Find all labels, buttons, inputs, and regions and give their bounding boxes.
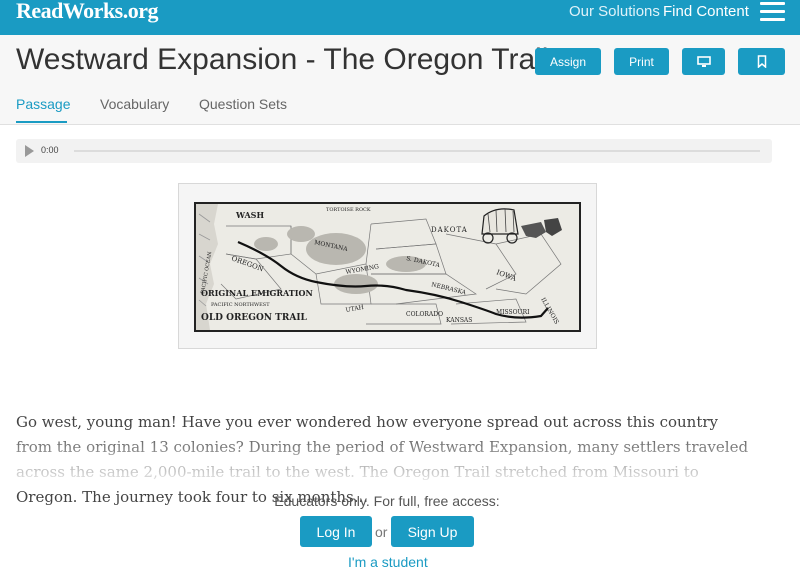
- student-link[interactable]: I'm a student: [348, 554, 428, 570]
- audio-progress-track[interactable]: [74, 150, 760, 152]
- svg-text:ORIGINAL EMIGRATION: ORIGINAL EMIGRATION: [201, 288, 313, 298]
- svg-text:COLORADO: COLORADO: [406, 311, 443, 318]
- play-icon[interactable]: [25, 145, 34, 157]
- svg-text:MISSOURI: MISSOURI: [496, 309, 530, 316]
- signup-button[interactable]: Sign Up: [391, 516, 474, 547]
- print-button[interactable]: Print: [614, 48, 669, 75]
- svg-text:OLD OREGON TRAIL: OLD OREGON TRAIL: [201, 313, 308, 323]
- readworks-logo[interactable]: ReadWorks.org: [16, 0, 159, 24]
- bookmark-icon: [757, 55, 766, 68]
- or-separator: or: [375, 524, 388, 540]
- assign-button[interactable]: Assign: [535, 48, 601, 75]
- oregon-trail-map: TORTOISE ROCK DAKOTA WASH OREGON PACIFIC…: [194, 202, 581, 332]
- tab-question-sets[interactable]: Question Sets: [199, 96, 287, 112]
- audio-time: 0:00: [41, 145, 59, 155]
- tab-passage[interactable]: Passage: [16, 96, 70, 112]
- present-button[interactable]: [682, 48, 725, 75]
- passage-image-frame: TORTOISE ROCK DAKOTA WASH OREGON PACIFIC…: [178, 183, 597, 349]
- top-navbar: ReadWorks.org Our Solutions Find Content: [0, 0, 800, 35]
- active-tab-indicator: [16, 121, 67, 123]
- svg-text:TORTOISE ROCK: TORTOISE ROCK: [326, 207, 371, 213]
- tab-vocabulary[interactable]: Vocabulary: [100, 96, 169, 112]
- svg-text:DAKOTA: DAKOTA: [431, 226, 468, 234]
- audio-player: 0:00: [16, 139, 772, 163]
- bookmark-button[interactable]: [738, 48, 785, 75]
- svg-text:KANSAS: KANSAS: [446, 317, 472, 324]
- access-message: Educators only. For full, free access:: [274, 493, 500, 509]
- monitor-icon: [696, 55, 711, 67]
- passage-fade-overlay: [0, 440, 800, 490]
- login-button[interactable]: Log In: [300, 516, 372, 547]
- svg-text:WASH: WASH: [235, 210, 264, 220]
- menu-icon[interactable]: [760, 2, 785, 22]
- nav-find-content[interactable]: Find Content: [663, 3, 749, 20]
- nav-our-solutions[interactable]: Our Solutions: [569, 3, 660, 20]
- svg-text:PACIFIC NORTHWEST: PACIFIC NORTHWEST: [211, 302, 270, 308]
- article-header: Westward Expansion - The Oregon Trail As…: [0, 35, 800, 125]
- page-title: Westward Expansion - The Oregon Trail: [16, 43, 549, 76]
